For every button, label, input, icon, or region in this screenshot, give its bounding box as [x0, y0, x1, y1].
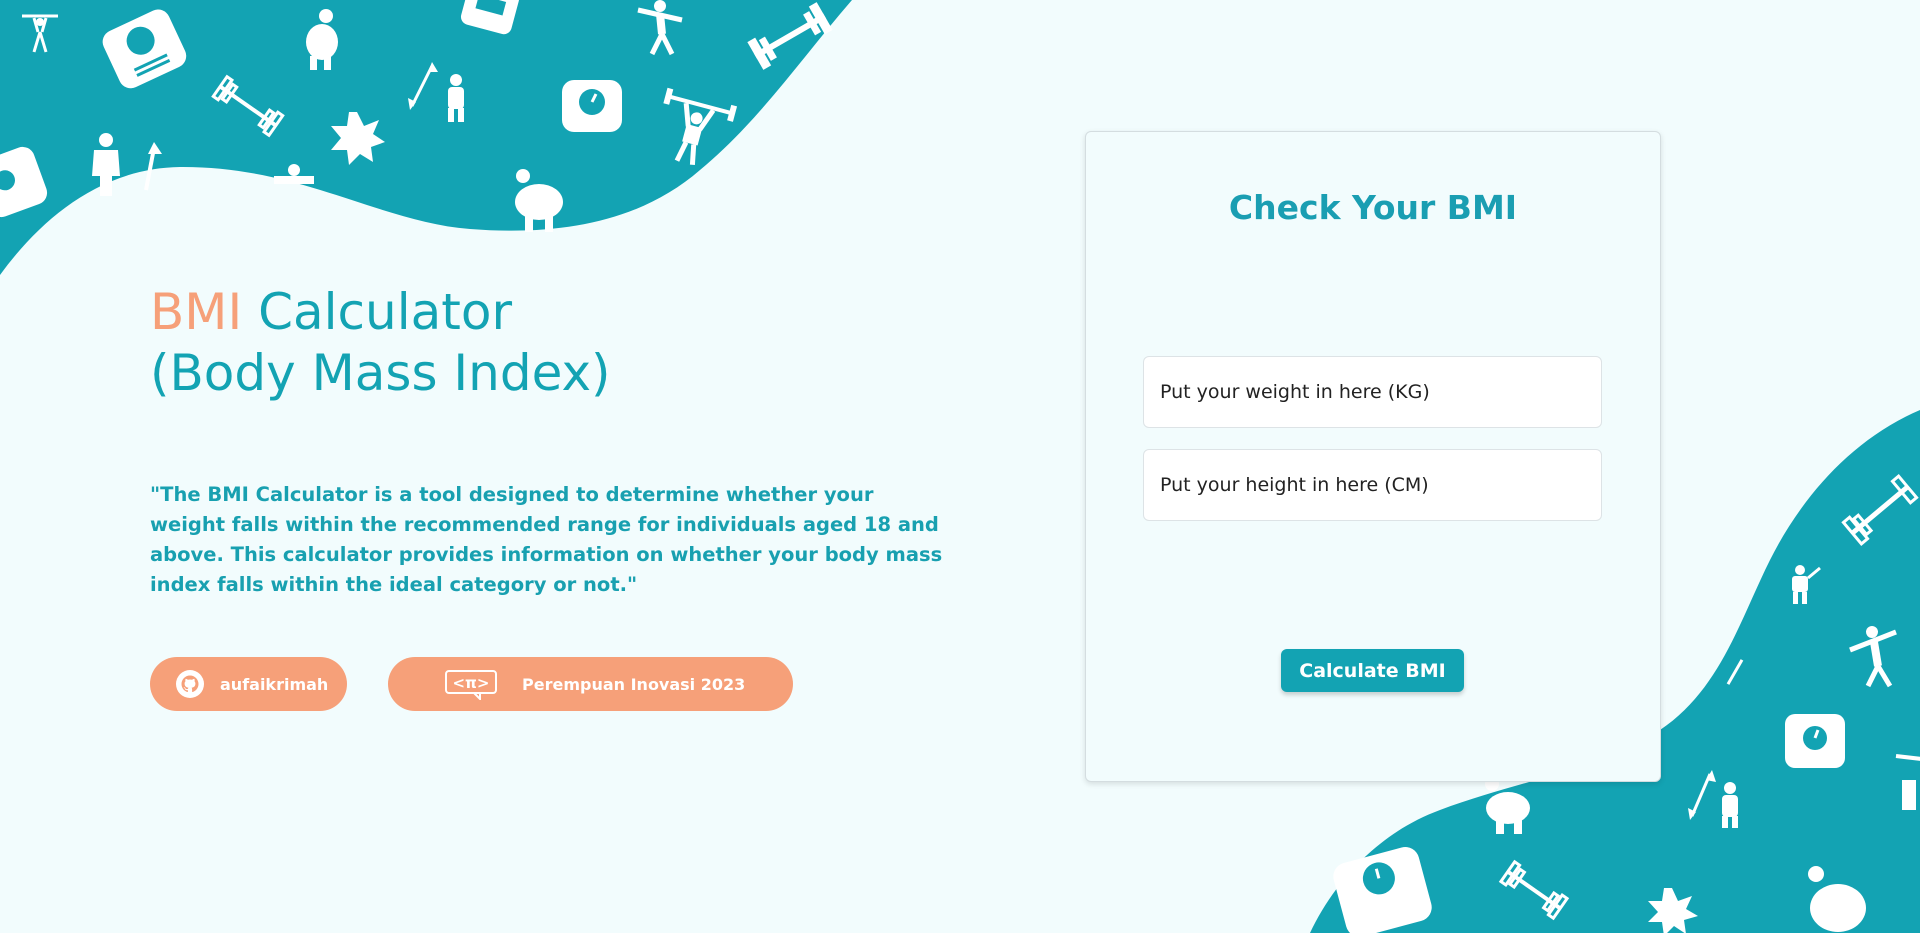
- card-title: Check Your BMI: [1228, 188, 1518, 227]
- hero-heading: BMI Calculator (Body Mass Index): [150, 282, 611, 404]
- github-link-button[interactable]: aufaikrimah: [150, 657, 347, 711]
- logo-text: <π>: [452, 674, 489, 692]
- perempuan-inovasi-label: Perempuan Inovasi 2023: [522, 674, 746, 694]
- perempuan-inovasi-logo-icon: <π>: [444, 668, 498, 700]
- calculate-bmi-button[interactable]: Calculate BMI: [1281, 649, 1464, 692]
- weight-input[interactable]: [1143, 356, 1602, 428]
- scale-icon: [1785, 714, 1845, 768]
- github-icon: [176, 670, 204, 698]
- height-input[interactable]: [1143, 449, 1602, 521]
- heading-subtitle: (Body Mass Index): [150, 344, 611, 402]
- heading-main-word: Calculator: [258, 283, 512, 341]
- page: BMI Calculator (Body Mass Index) "The BM…: [0, 0, 1920, 933]
- perempuan-inovasi-link-button[interactable]: <π> Perempuan Inovasi 2023: [388, 657, 793, 711]
- scale-icon: [562, 80, 622, 132]
- hero-description: "The BMI Calculator is a tool designed t…: [150, 483, 943, 596]
- heading-accent-word: BMI: [150, 283, 243, 341]
- bmi-form-card: Check Your BMI Calculate BMI: [1085, 131, 1661, 782]
- github-username-label: aufaikrimah: [220, 674, 329, 694]
